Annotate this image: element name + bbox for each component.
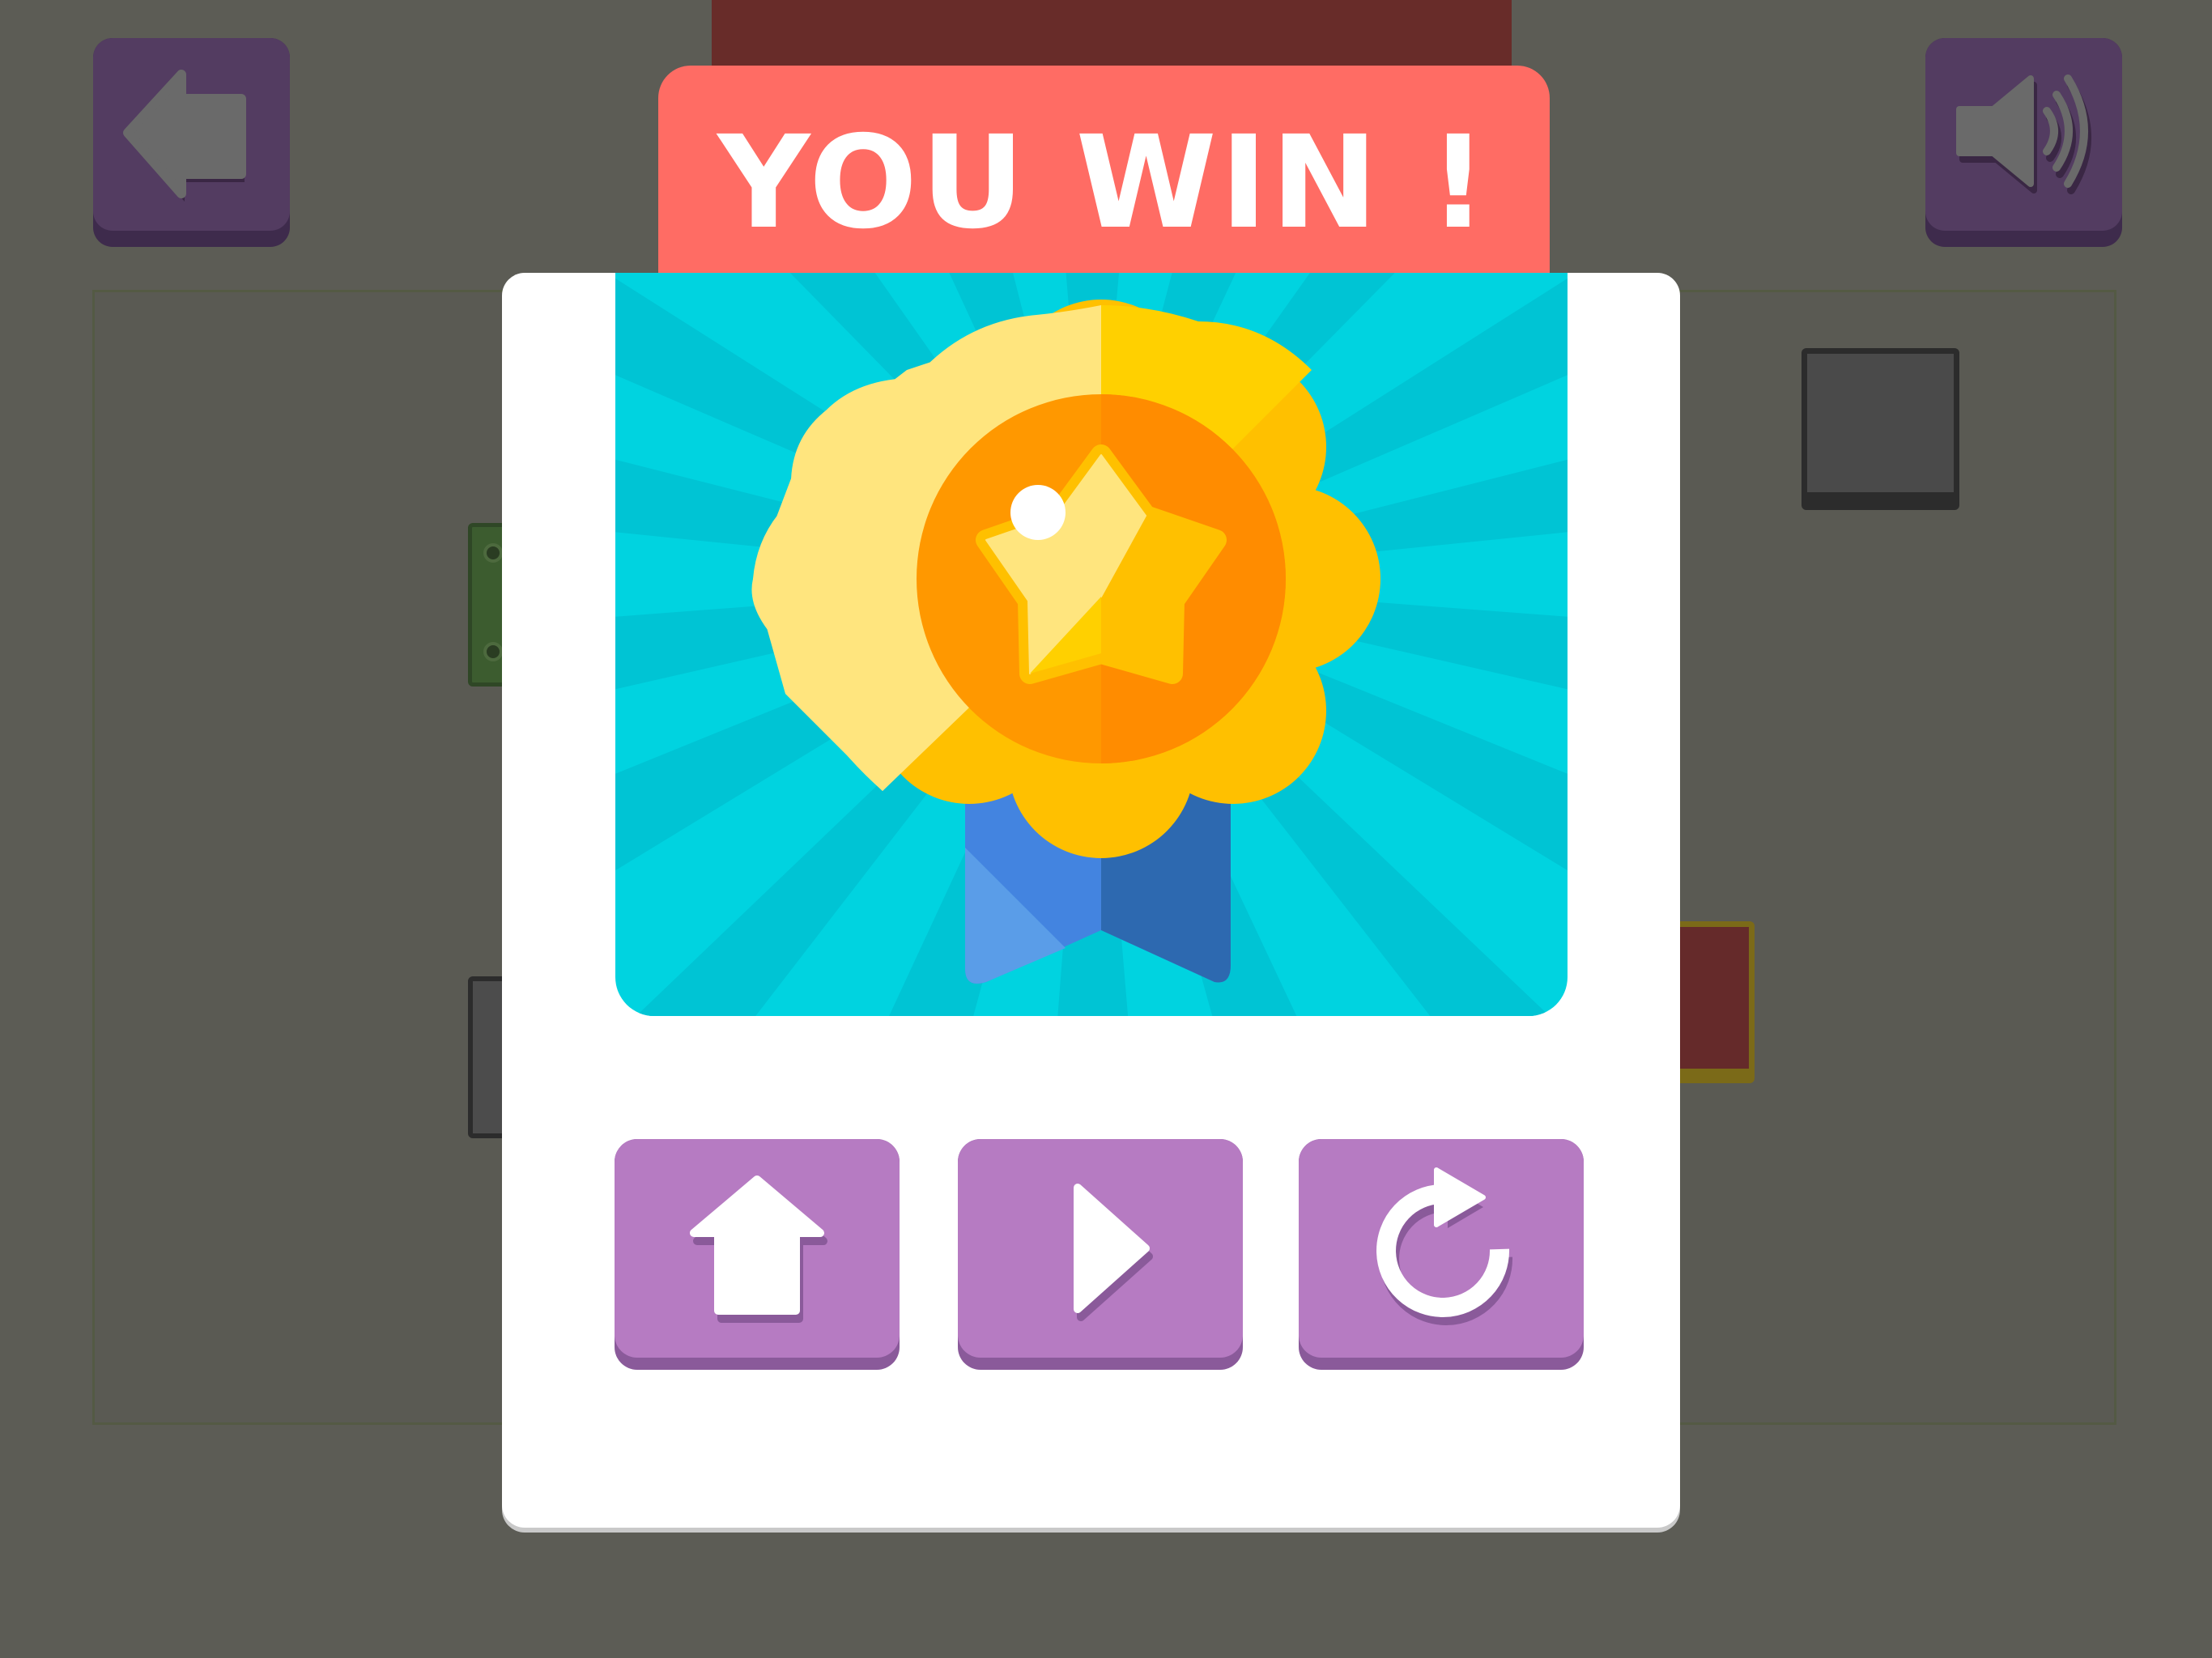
medal-badge-icon <box>615 273 1568 1016</box>
replay-icon <box>1376 1167 1513 1325</box>
bolt-icon <box>483 543 503 563</box>
bolt-icon <box>483 642 503 661</box>
back-button[interactable] <box>93 38 290 247</box>
next-level-button[interactable] <box>958 1139 1243 1370</box>
sound-toggle-button[interactable] <box>1925 38 2122 247</box>
red-block <box>1668 921 1755 1083</box>
home-icon <box>690 1175 827 1323</box>
speaker-icon <box>1956 74 2091 194</box>
dark-block <box>1802 348 1959 510</box>
replay-button[interactable] <box>1299 1139 1584 1370</box>
play-icon <box>1074 1184 1153 1321</box>
back-arrow-icon <box>123 70 246 202</box>
home-button[interactable] <box>615 1139 900 1370</box>
win-title: YOU WIN ! <box>717 108 1491 257</box>
reward-illustration <box>615 273 1568 1016</box>
